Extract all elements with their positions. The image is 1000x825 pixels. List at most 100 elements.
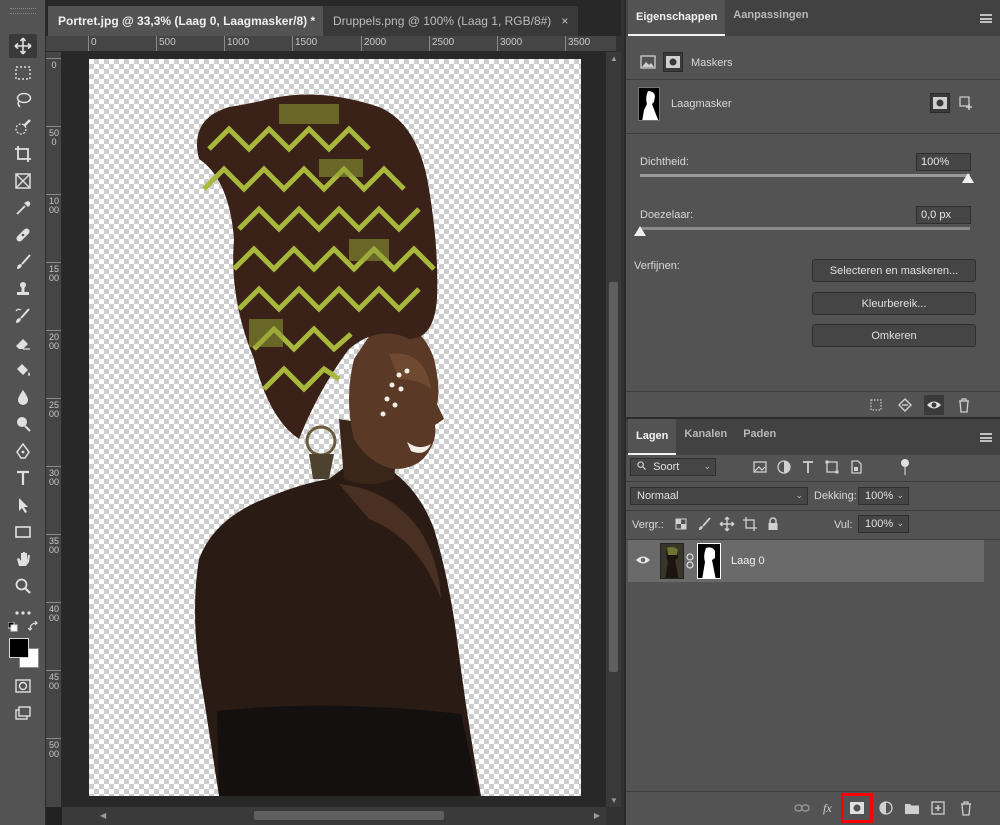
ruler-horizontal[interactable]: 0 500 1000 1500 2000 2500 3000 3500 xyxy=(46,36,616,52)
invert-button[interactable]: Omkeren xyxy=(812,324,976,347)
path-selection-tool-icon[interactable] xyxy=(9,493,37,517)
density-input[interactable]: 100% xyxy=(916,153,971,171)
swap-colors-icon[interactable] xyxy=(27,620,40,633)
color-range-button[interactable]: Kleurbereik... xyxy=(812,292,976,315)
filter-type-icon[interactable] xyxy=(798,457,818,477)
load-selection-icon[interactable] xyxy=(866,395,886,415)
apply-mask-icon[interactable] xyxy=(895,395,915,415)
hand-tool-icon[interactable] xyxy=(9,547,37,571)
ruler-label: 3500 xyxy=(568,37,591,48)
zoom-tool-icon[interactable] xyxy=(9,574,37,598)
vertical-scrollbar[interactable]: ▲ ▼ xyxy=(606,52,621,807)
healing-brush-tool-icon[interactable] xyxy=(9,223,37,247)
panel-menu-icon[interactable] xyxy=(980,14,992,23)
panel-menu-icon[interactable] xyxy=(980,433,992,442)
type-tool-icon[interactable] xyxy=(9,466,37,490)
fill-input[interactable]: 100% ⌄ xyxy=(858,515,909,533)
filter-adjustment-icon[interactable] xyxy=(774,457,794,477)
feather-slider-knob[interactable] xyxy=(634,226,646,236)
quick-mask-icon[interactable] xyxy=(9,674,37,698)
history-brush-tool-icon[interactable] xyxy=(9,304,37,328)
mask-icon[interactable] xyxy=(663,52,683,72)
lock-position-icon[interactable] xyxy=(717,514,737,534)
brush-tool-icon[interactable] xyxy=(9,250,37,274)
ruler-vertical[interactable]: 0 500 1000 1500 2000 2500 3000 3500 4000… xyxy=(46,52,62,807)
new-layer-icon[interactable] xyxy=(928,798,948,818)
fill-value: 100% xyxy=(865,518,894,530)
filter-smart-object-icon[interactable] xyxy=(846,457,866,477)
adjustment-layer-icon[interactable] xyxy=(876,798,896,818)
chevron-down-icon: ⌄ xyxy=(896,518,904,528)
tab-aanpassingen[interactable]: Aanpassingen xyxy=(725,0,816,30)
feather-input[interactable]: 0,0 px xyxy=(916,206,971,224)
pen-tool-icon[interactable] xyxy=(9,439,37,463)
lock-artboard-icon[interactable] xyxy=(740,514,760,534)
eyedropper-tool-icon[interactable] xyxy=(9,196,37,220)
tools-grip[interactable] xyxy=(10,8,36,14)
document-tab-druppels[interactable]: Druppels.png @ 100% (Laag 1, RGB/8#) × xyxy=(323,6,579,36)
delete-mask-icon[interactable] xyxy=(954,395,974,415)
lock-all-icon[interactable] xyxy=(763,514,783,534)
layer-style-fx-icon[interactable]: fx xyxy=(820,798,840,818)
rectangle-tool-icon[interactable] xyxy=(9,520,37,544)
ruler-label: 2500 xyxy=(49,400,60,419)
document-canvas[interactable] xyxy=(89,59,581,796)
dodge-tool-icon[interactable] xyxy=(9,412,37,436)
tab-paden[interactable]: Paden xyxy=(735,419,784,449)
marquee-tool-icon[interactable] xyxy=(9,61,37,85)
lock-transparent-pixels-icon[interactable] xyxy=(671,514,691,534)
pasteboard[interactable] xyxy=(62,52,606,807)
layer-name[interactable]: Laag 0 xyxy=(731,555,765,567)
opacity-input[interactable]: 100% ⌄ xyxy=(858,487,909,505)
ruler-label: 0 xyxy=(91,37,97,48)
tab-kanalen[interactable]: Kanalen xyxy=(676,419,735,449)
blend-mode-dropdown[interactable]: Normaal ⌄ xyxy=(630,487,808,505)
density-slider[interactable] xyxy=(640,174,970,177)
filter-shape-icon[interactable] xyxy=(822,457,842,477)
horizontal-scrollbar[interactable]: ◀ ▶ xyxy=(62,807,606,825)
lock-image-pixels-icon[interactable] xyxy=(694,514,714,534)
layer-row[interactable]: Laag 0 xyxy=(628,540,984,582)
crop-tool-icon[interactable] xyxy=(9,142,37,166)
select-and-mask-button[interactable]: Selecteren en maskeren... xyxy=(812,259,976,282)
delete-layer-icon[interactable] xyxy=(956,798,976,818)
mask-link-icon[interactable] xyxy=(686,553,694,569)
visibility-eye-icon[interactable] xyxy=(635,554,651,566)
move-tool-icon[interactable] xyxy=(9,34,37,58)
filter-toggle-icon[interactable] xyxy=(901,459,911,475)
add-vector-mask-icon[interactable] xyxy=(956,93,976,113)
horizontal-scroll-thumb[interactable] xyxy=(254,811,444,820)
frame-tool-icon[interactable] xyxy=(9,169,37,193)
blur-tool-icon[interactable] xyxy=(9,385,37,409)
filter-kind-dropdown[interactable]: Soort ⌄ xyxy=(630,458,716,476)
scroll-right-arrow[interactable]: ▶ xyxy=(594,811,600,820)
close-icon[interactable]: × xyxy=(561,14,568,28)
scroll-left-arrow[interactable]: ◀ xyxy=(100,811,106,820)
new-group-folder-icon[interactable] xyxy=(902,798,922,818)
foreground-color-swatch[interactable] xyxy=(9,638,29,658)
quick-selection-tool-icon[interactable] xyxy=(9,115,37,139)
image-icon[interactable] xyxy=(638,52,658,72)
screen-mode-icon[interactable] xyxy=(9,701,37,725)
layer-mask-thumbnail[interactable] xyxy=(697,543,721,579)
vertical-scroll-thumb[interactable] xyxy=(609,282,618,672)
default-colors-icon[interactable] xyxy=(7,621,18,632)
clone-stamp-tool-icon[interactable] xyxy=(9,277,37,301)
toggle-mask-visibility-icon[interactable] xyxy=(924,395,944,415)
link-layers-icon[interactable] xyxy=(792,798,812,818)
filter-pixel-icon[interactable] xyxy=(750,457,770,477)
scroll-down-arrow[interactable]: ▼ xyxy=(610,796,618,805)
tab-lagen[interactable]: Lagen xyxy=(628,419,677,455)
ruler-label: 2000 xyxy=(49,332,60,351)
select-pixel-mask-icon[interactable] xyxy=(930,93,950,113)
layer-thumbnail[interactable] xyxy=(660,543,684,579)
feather-slider[interactable] xyxy=(640,227,970,230)
tab-eigenschappen[interactable]: Eigenschappen xyxy=(628,0,726,36)
paint-bucket-tool-icon[interactable] xyxy=(9,358,37,382)
eraser-tool-icon[interactable] xyxy=(9,331,37,355)
document-tab-portret[interactable]: Portret.jpg @ 33,3% (Laag 0, Laagmasker/… xyxy=(48,6,343,36)
density-slider-knob[interactable] xyxy=(962,173,974,183)
ruler-label: 3000 xyxy=(500,37,523,48)
scroll-up-arrow[interactable]: ▲ xyxy=(610,54,618,63)
lasso-tool-icon[interactable] xyxy=(9,88,37,112)
